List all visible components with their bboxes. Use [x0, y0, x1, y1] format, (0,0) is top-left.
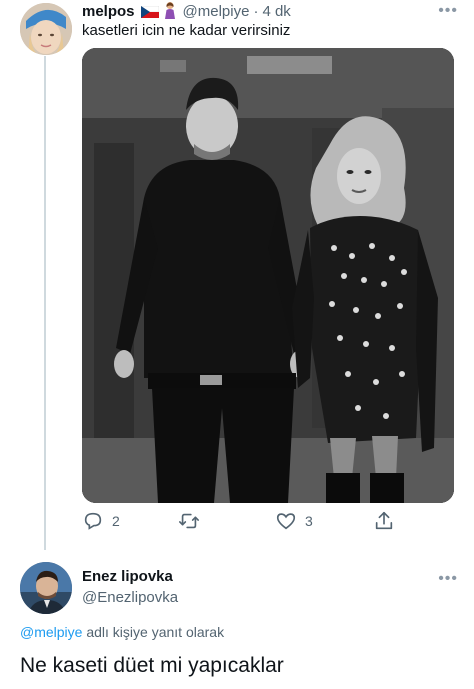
handle-reply[interactable]: @Enezlipovka: [82, 589, 178, 606]
replying-mention-link[interactable]: @melpiye: [20, 624, 82, 640]
share-icon: [373, 510, 395, 532]
retweet-icon: [177, 510, 201, 532]
replying-to: @melpiye adlı kişiye yanıt olarak: [20, 624, 224, 640]
display-name[interactable]: melpos: [82, 3, 135, 20]
tweet-text: kasetleri icin ne kadar verirsiniz: [82, 22, 291, 39]
avatar-melpos[interactable]: [20, 3, 72, 55]
handle[interactable]: @melpiye: [183, 3, 250, 20]
tweet-actions: 2 3: [82, 510, 402, 536]
tweet-photo[interactable]: [82, 48, 454, 503]
reply-tweet-text: Ne kaseti düet mi yapıcaklar: [20, 654, 284, 677]
separator: ·: [253, 2, 259, 20]
more-options-icon[interactable]: •••: [438, 570, 458, 588]
like-button[interactable]: 3: [275, 510, 313, 532]
share-button[interactable]: [373, 510, 395, 532]
display-name-reply[interactable]: Enez lipovka: [82, 568, 173, 585]
tweet-header: melpos @melpiye · 4 dk: [82, 0, 291, 22]
retweet-button[interactable]: [177, 510, 209, 532]
avatar-enez-lipovka[interactable]: [20, 562, 72, 614]
timestamp[interactable]: 4 dk: [262, 3, 290, 20]
czech-flag-icon: [140, 5, 159, 18]
reply-icon: [82, 510, 104, 532]
reply-button[interactable]: 2: [82, 510, 120, 532]
heart-icon: [275, 510, 297, 532]
thread-connector-line: [44, 56, 46, 550]
woman-emoji-icon: [163, 1, 177, 22]
reply-count: 2: [112, 513, 120, 529]
like-count: 3: [305, 513, 313, 529]
replying-suffix: adlı kişiye yanıt olarak: [86, 624, 225, 640]
more-options-icon[interactable]: •••: [438, 2, 458, 20]
